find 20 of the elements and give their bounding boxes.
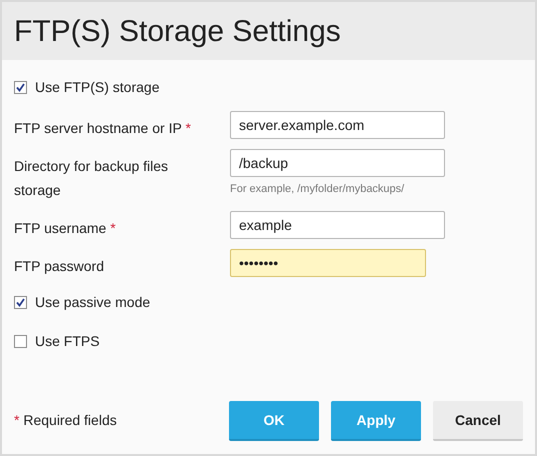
- checkbox[interactable]: [14, 81, 27, 94]
- dialog-title: FTP(S) Storage Settings: [14, 14, 341, 50]
- checkbox-label: Use passive mode: [35, 293, 150, 312]
- checkbox-label: Use FTPS: [35, 332, 100, 351]
- text-field[interactable]: /backup: [230, 149, 445, 177]
- field-label: FTP server hostname or IP *: [14, 120, 191, 136]
- field-label: FTP password: [14, 258, 104, 274]
- text-field[interactable]: server.example.com: [230, 111, 445, 139]
- checkbox[interactable]: [14, 296, 27, 309]
- checkbox-label: Use FTP(S) storage: [35, 78, 160, 97]
- check-icon: [16, 83, 25, 92]
- text-field[interactable]: ••••••••: [230, 249, 426, 277]
- required-note: * Required fields: [14, 412, 117, 428]
- cancel-button[interactable]: Cancel: [433, 401, 523, 441]
- field-label: FTP username *: [14, 220, 116, 236]
- field-label: Directory for backup files storage: [14, 158, 168, 198]
- text-field[interactable]: example: [230, 211, 445, 239]
- checkbox[interactable]: [14, 335, 27, 348]
- hint-text: For example, /myfolder/mybackups/: [230, 182, 406, 197]
- check-icon: [16, 298, 25, 307]
